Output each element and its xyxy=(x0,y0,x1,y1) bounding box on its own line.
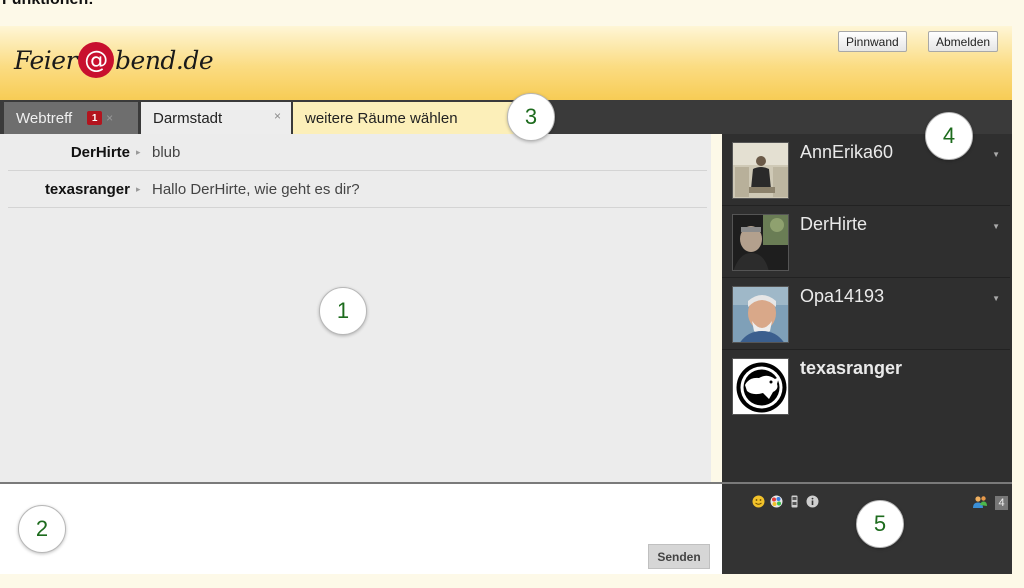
user-count-badge: 4 xyxy=(995,496,1008,510)
avatar[interactable] xyxy=(732,286,789,343)
chevron-down-icon[interactable]: ▼ xyxy=(992,222,1000,231)
avatar[interactable] xyxy=(732,214,789,271)
close-icon[interactable]: × xyxy=(106,111,113,125)
room-tabbar: Webtreff 1 × Darmstadt × weitere Räume w… xyxy=(0,100,1012,134)
chevron-down-icon[interactable]: ▼ xyxy=(992,150,1000,159)
tab-label: Darmstadt xyxy=(153,109,223,127)
logo[interactable]: Feier @ bend.de xyxy=(14,40,214,80)
chevron-down-icon[interactable]: ▼ xyxy=(992,294,1000,303)
info-icon[interactable] xyxy=(806,495,819,508)
tab-label: weitere Räume wählen xyxy=(305,109,458,127)
callout-marker: 5 xyxy=(856,500,904,548)
user-name[interactable]: AnnErika60 xyxy=(800,142,893,163)
page-margin xyxy=(1012,0,1024,588)
close-icon[interactable]: × xyxy=(274,109,281,123)
logo-text-prefix: Feier xyxy=(14,45,78,75)
message-input[interactable]: Senden xyxy=(0,482,722,574)
logout-button[interactable]: Abmelden xyxy=(928,31,999,52)
chat-app: Feier @ bend.de Pinnwand Abmelden Webtre… xyxy=(0,26,1012,574)
arrow-right-icon: ▸ xyxy=(136,184,141,194)
user-name[interactable]: texasranger xyxy=(800,358,902,379)
app-header: Feier @ bend.de Pinnwand Abmelden xyxy=(0,26,1012,100)
user-item[interactable]: texasranger xyxy=(722,350,1010,422)
tab-darmstadt[interactable]: Darmstadt × xyxy=(141,102,291,134)
callout-marker: 4 xyxy=(925,112,973,160)
avatar[interactable] xyxy=(732,358,789,415)
pinnwand-button[interactable]: Pinnwand xyxy=(838,31,907,52)
message-row: texasranger ▸ Hallo DerHirte, wie geht e… xyxy=(8,171,707,208)
tab-more-rooms[interactable]: weitere Räume wählen xyxy=(293,102,515,134)
user-item[interactable]: DerHirte ▼ xyxy=(722,206,1010,278)
user-name[interactable]: DerHirte xyxy=(800,214,867,235)
arrow-right-icon: ▸ xyxy=(136,147,141,157)
tab-label: Webtreff xyxy=(16,109,73,127)
users-icon[interactable] xyxy=(972,495,988,509)
message-user[interactable]: texasranger xyxy=(45,181,130,198)
avatar[interactable] xyxy=(732,142,789,199)
user-list: AnnErika60 ▼ DerHirte ▼ Opa14193 ▼ texas… xyxy=(722,134,1012,482)
user-item[interactable]: Opa14193 ▼ xyxy=(722,278,1010,350)
message-text: blub xyxy=(152,144,181,161)
color-palette-icon[interactable] xyxy=(770,495,783,508)
smiley-icon[interactable] xyxy=(752,495,765,508)
tab-webtreff[interactable]: Webtreff 1 × xyxy=(4,102,138,134)
callout-marker: 2 xyxy=(18,505,66,553)
user-name[interactable]: Opa14193 xyxy=(800,286,884,307)
message-text: Hallo DerHirte, wie geht es dir? xyxy=(152,181,360,198)
device-icon[interactable] xyxy=(788,495,801,508)
callout-marker: 3 xyxy=(507,93,555,141)
unread-badge: 1 xyxy=(87,111,103,125)
message-row: DerHirte ▸ blub xyxy=(8,134,707,171)
callout-marker: 1 xyxy=(319,287,367,335)
logo-at-icon: @ xyxy=(78,42,115,78)
page-heading: Funktionen: xyxy=(2,0,94,9)
message-user[interactable]: DerHirte xyxy=(71,144,130,161)
send-button[interactable]: Senden xyxy=(648,544,710,569)
logo-text-suffix: bend.de xyxy=(115,45,214,75)
